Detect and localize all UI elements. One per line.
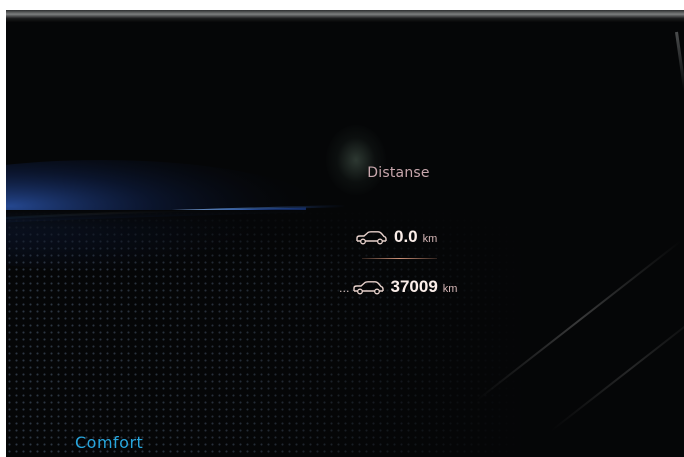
instrument-cluster-display: Distanse 0.0 km ... 37009 km Comfort <box>6 10 684 457</box>
display-bezel <box>6 10 684 22</box>
trip-distance-row: 0.0 km <box>354 227 437 247</box>
distance-title: Distanse <box>367 165 430 181</box>
trip-distance-unit: km <box>422 233 438 245</box>
total-distance-prefix: ... <box>339 282 350 295</box>
total-distance-value: 37009 <box>390 277 438 296</box>
car-icon <box>351 279 385 295</box>
divider <box>362 258 437 259</box>
trip-distance-value: 0.0 <box>394 227 418 246</box>
car-icon <box>354 229 388 245</box>
total-distance-row: ... 37009 km <box>339 277 457 297</box>
distance-panel: Distanse 0.0 km ... 37009 km <box>336 165 476 305</box>
drive-mode-label: Comfort <box>75 433 144 452</box>
total-distance-unit: km <box>442 283 458 295</box>
bezel-edge <box>675 31 684 92</box>
